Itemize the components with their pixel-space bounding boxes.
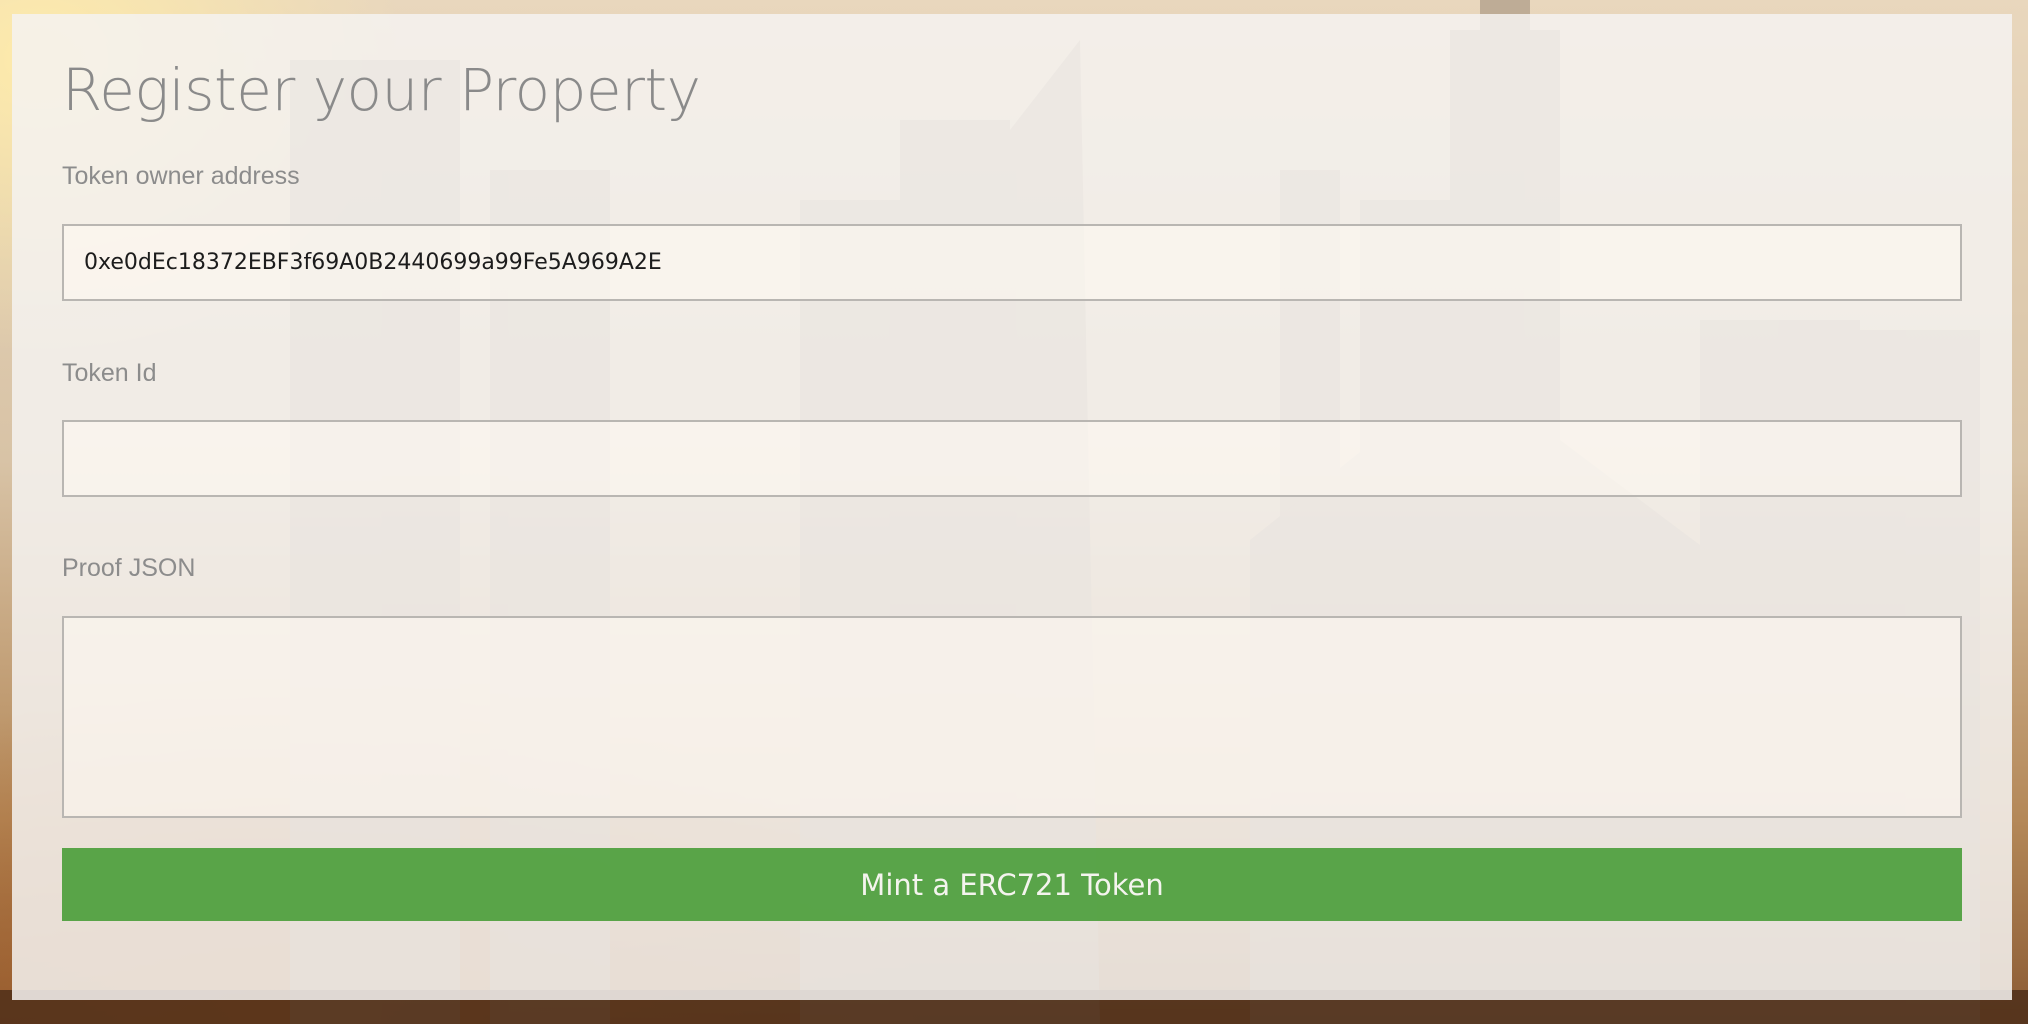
token-id-input[interactable] bbox=[62, 420, 1962, 497]
mint-erc721-token-button[interactable]: Mint a ERC721 Token bbox=[62, 848, 1962, 921]
proof-json-label: Proof JSON bbox=[62, 554, 196, 582]
page-title: Register your Property bbox=[62, 56, 701, 124]
proof-json-textarea[interactable] bbox=[62, 616, 1962, 818]
token-owner-address-input[interactable] bbox=[62, 224, 1962, 301]
register-property-card: Register your Property Token owner addre… bbox=[12, 14, 2012, 1000]
token-id-label: Token Id bbox=[62, 359, 157, 387]
token-owner-address-label: Token owner address bbox=[62, 162, 300, 190]
